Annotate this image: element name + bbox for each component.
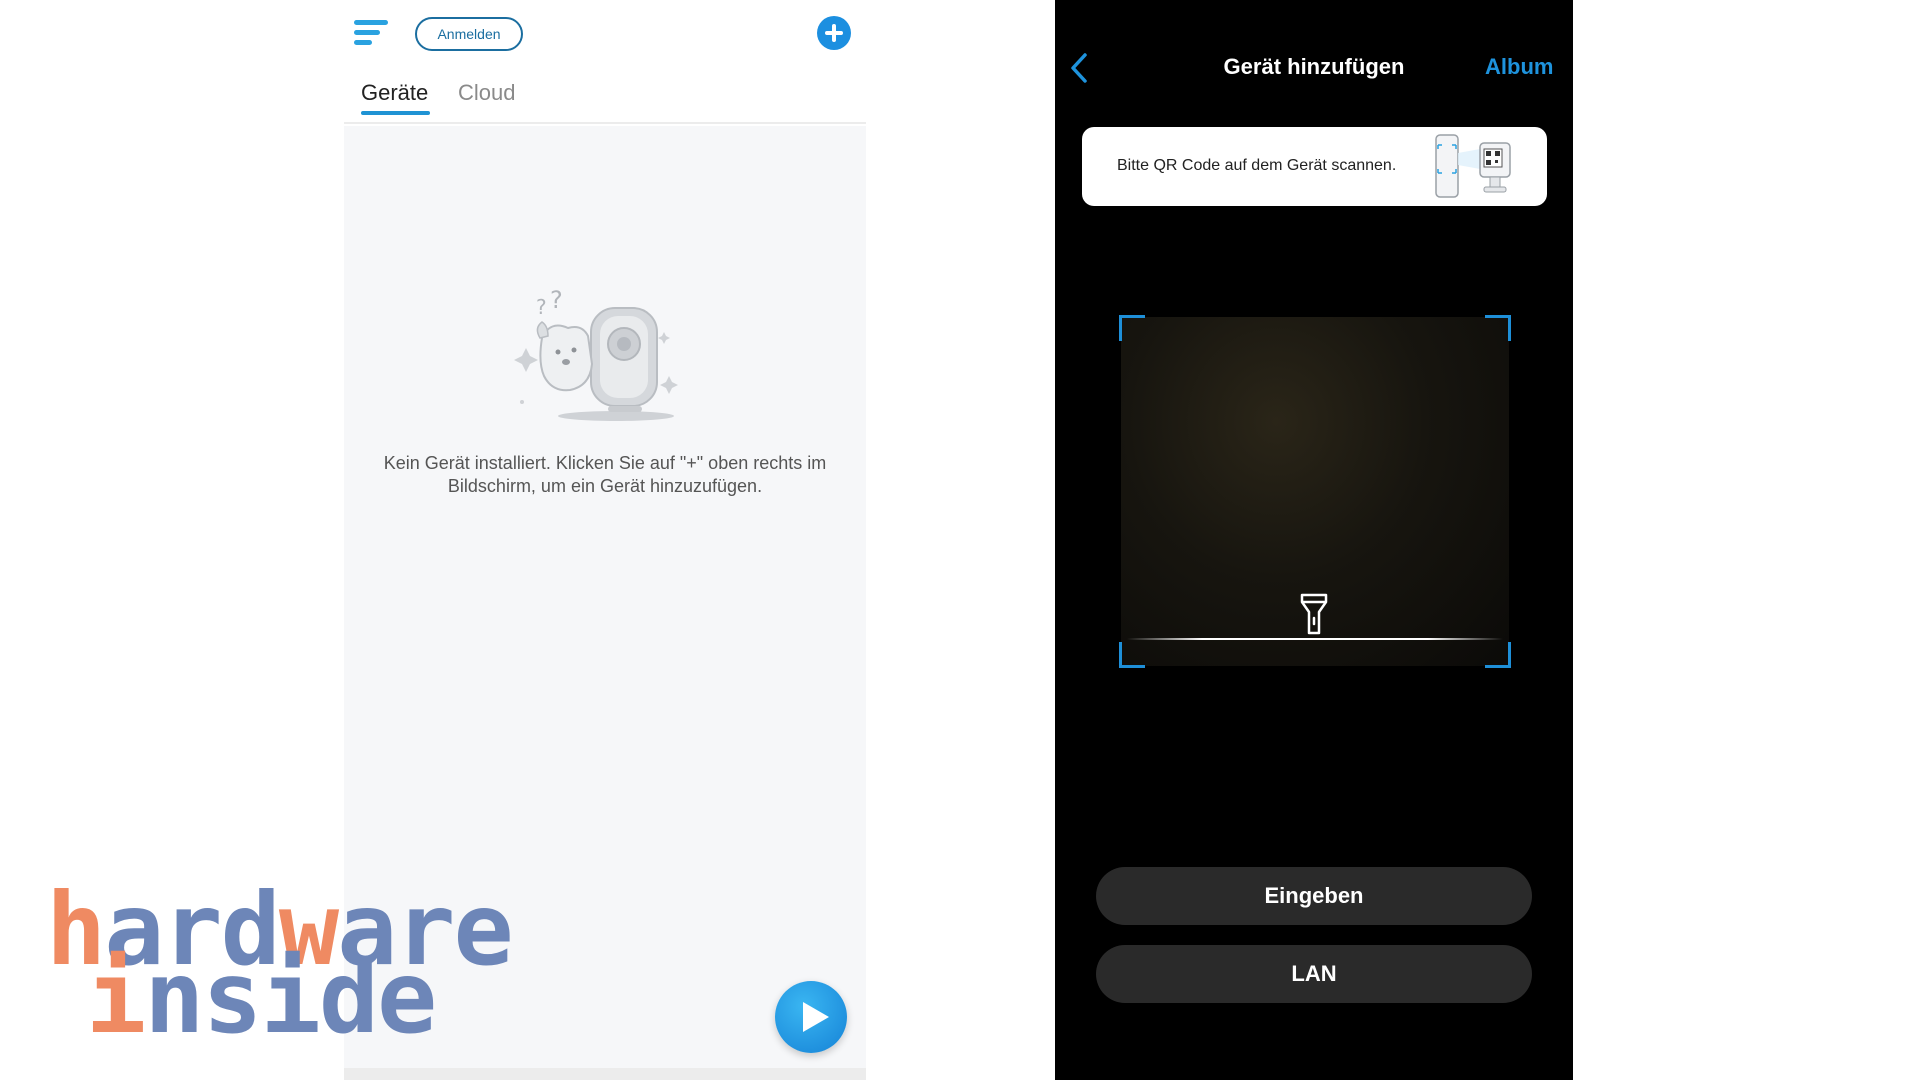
scan-frame-corner — [1485, 642, 1511, 668]
add-device-screen: Gerät hinzufügen Album Bitte QR Code auf… — [1055, 0, 1573, 1080]
empty-state-message: Kein Gerät installiert. Klicken Sie auf … — [383, 453, 827, 496]
plus-circle-icon[interactable] — [817, 16, 851, 50]
qr-scanner-viewport — [1119, 315, 1511, 668]
enter-code-button[interactable]: Eingeben — [1096, 867, 1532, 925]
logo-word-inside: inside — [86, 939, 437, 1056]
chevron-left-icon[interactable] — [1067, 52, 1091, 84]
menu-icon[interactable] — [354, 20, 388, 48]
top-bar: Anmelden Geräte Cloud — [344, 0, 866, 124]
scan-frame-corner — [1119, 315, 1145, 341]
bottom-edge — [344, 1068, 866, 1080]
screenshot-canvas: Anmelden Geräte Cloud ? ? Kein Gerät ins… — [0, 0, 1920, 1080]
empty-camera-illustration-icon: ? ? — [514, 286, 678, 421]
login-button[interactable]: Anmelden — [415, 17, 523, 51]
qr-hint-card: Bitte QR Code auf dem Gerät scannen. — [1082, 127, 1547, 206]
svg-text:?: ? — [536, 295, 547, 319]
lan-button[interactable]: LAN — [1096, 945, 1532, 1003]
phone-scan-camera-icon — [1435, 134, 1511, 198]
scan-frame-corner — [1119, 642, 1145, 668]
album-button[interactable]: Album — [1485, 54, 1553, 80]
tab-devices[interactable]: Geräte — [361, 80, 428, 106]
page-title: Gerät hinzufügen — [1223, 54, 1405, 79]
svg-text:?: ? — [550, 286, 563, 314]
scan-frame-corner — [1485, 315, 1511, 341]
flashlight-icon[interactable] — [1299, 592, 1329, 636]
qr-hint-text: Bitte QR Code auf dem Gerät scannen. — [1117, 157, 1397, 174]
hardwareinside-logo: hardware inside — [46, 880, 566, 1048]
active-tab-indicator — [361, 111, 430, 115]
tab-cloud[interactable]: Cloud — [458, 80, 515, 106]
play-icon[interactable] — [775, 981, 847, 1053]
scan-line — [1127, 638, 1503, 640]
